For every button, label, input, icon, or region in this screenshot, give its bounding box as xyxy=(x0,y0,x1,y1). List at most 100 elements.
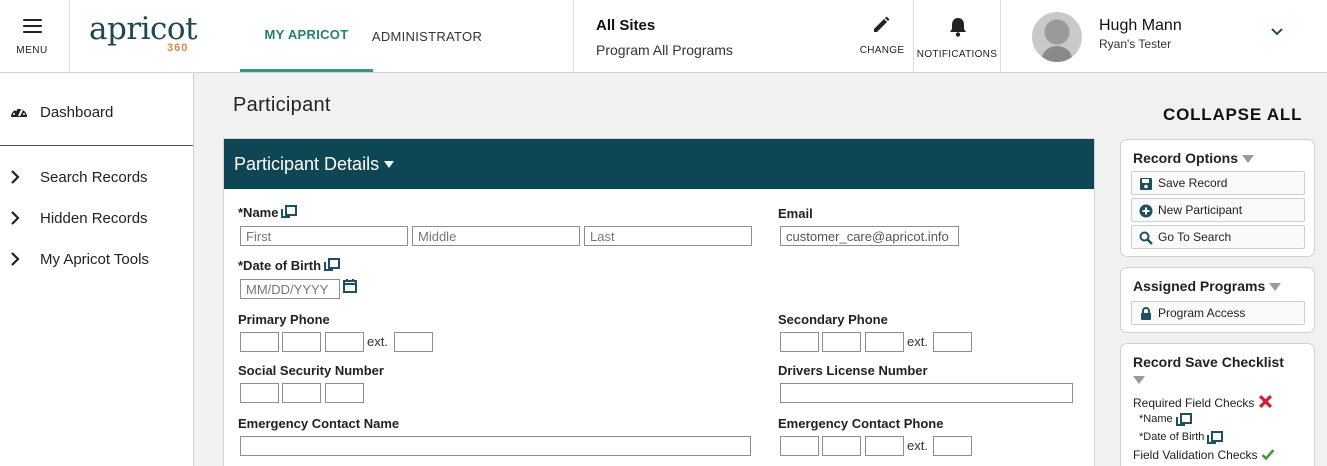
top-bar: MENU apricot 360 MY APRICOT ADMINISTRATO… xyxy=(0,0,1327,73)
sidebar-item-dashboard[interactable]: Dashboard xyxy=(0,97,193,127)
dob-input[interactable] xyxy=(240,279,340,299)
last-name-input[interactable] xyxy=(584,226,752,246)
email-input[interactable] xyxy=(780,226,959,246)
record-options-box: Record Options Save Record New Participa… xyxy=(1120,139,1315,257)
popout-icon xyxy=(1175,413,1192,426)
record-options-title[interactable]: Record Options xyxy=(1121,140,1314,166)
menu-button[interactable]: MENU xyxy=(0,0,70,72)
popout-icon[interactable] xyxy=(281,205,298,218)
drivers-license-label: Drivers License Number xyxy=(778,363,928,378)
program-access-button[interactable]: Program Access xyxy=(1131,301,1305,325)
menu-label: MENU xyxy=(16,45,48,56)
primary-phone-area-input[interactable] xyxy=(240,332,279,352)
secondary-phone-prefix-input[interactable] xyxy=(822,332,861,352)
new-participant-button[interactable]: New Participant xyxy=(1131,198,1305,222)
emergency-phone-prefix-input[interactable] xyxy=(822,436,861,456)
ext-label: ext. xyxy=(367,334,388,349)
chevron-right-icon xyxy=(0,169,40,185)
secondary-phone-ext-input[interactable] xyxy=(933,332,972,352)
chevron-down-icon[interactable] xyxy=(1270,25,1284,39)
popout-icon xyxy=(1207,431,1224,444)
required-field-checks: Required Field Checks xyxy=(1133,394,1273,410)
assigned-programs-title[interactable]: Assigned Programs xyxy=(1121,268,1314,294)
speedometer-icon xyxy=(0,105,40,119)
sidebar-item-label: My Apricot Tools xyxy=(40,250,149,268)
emergency-contact-phone-label: Emergency Contact Phone xyxy=(778,416,944,431)
primary-phone-prefix-input[interactable] xyxy=(282,332,321,352)
caret-down-icon[interactable] xyxy=(1133,376,1145,384)
program-label: Program All Programs xyxy=(596,42,733,58)
sidebar-item-label: Search Records xyxy=(40,168,148,186)
checklist-title: Record Save Checklist xyxy=(1133,354,1284,370)
emergency-phone-ext-input[interactable] xyxy=(933,436,972,456)
checkmark-icon xyxy=(1261,449,1275,461)
tab-administrator[interactable]: ADMINISTRATOR xyxy=(372,0,482,72)
notifications-label: NOTIFICATIONS xyxy=(916,49,998,60)
avatar xyxy=(1032,12,1082,62)
email-field-label: Email xyxy=(778,206,813,221)
secondary-phone-line-input[interactable] xyxy=(865,332,904,352)
save-icon xyxy=(1140,178,1152,190)
notifications-button[interactable]: NOTIFICATIONS xyxy=(913,0,1001,72)
required-check-name[interactable]: *Name xyxy=(1139,413,1192,426)
emergency-phone-line-input[interactable] xyxy=(865,436,904,456)
change-button[interactable]: CHANGE xyxy=(852,0,912,72)
search-icon xyxy=(1139,231,1153,245)
lock-icon xyxy=(1141,307,1151,320)
calendar-icon[interactable] xyxy=(343,279,357,293)
bell-icon xyxy=(950,18,966,37)
ssn-label: Social Security Number xyxy=(238,363,384,378)
go-to-search-button[interactable]: Go To Search xyxy=(1131,225,1305,249)
emergency-phone-area-input[interactable] xyxy=(780,436,819,456)
change-label: CHANGE xyxy=(859,45,905,56)
chevron-right-icon xyxy=(0,210,40,226)
field-validation-checks: Field Validation Checks xyxy=(1133,448,1275,462)
sidebar-divider xyxy=(0,145,193,146)
primary-phone-line-input[interactable] xyxy=(325,332,364,352)
caret-down-icon xyxy=(1242,155,1255,164)
caret-down-icon xyxy=(384,160,395,168)
emergency-contact-name-input[interactable] xyxy=(240,436,751,456)
sidebar-item-label: Dashboard xyxy=(40,103,114,121)
hamburger-icon xyxy=(23,19,42,33)
chevron-right-icon xyxy=(0,251,40,267)
section-header[interactable]: Participant Details xyxy=(224,139,1094,189)
sidebar-item-my-apricot-tools[interactable]: My Apricot Tools xyxy=(0,244,193,274)
user-role: Ryan's Tester xyxy=(1099,37,1172,51)
collapse-all-button[interactable]: COLLAPSE ALL xyxy=(1163,105,1302,125)
logo-number: 360 xyxy=(167,42,189,54)
first-name-input[interactable] xyxy=(240,226,408,246)
assigned-programs-box: Assigned Programs Program Access xyxy=(1120,267,1315,333)
save-record-button[interactable]: Save Record xyxy=(1131,171,1305,195)
secondary-phone-area-input[interactable] xyxy=(780,332,819,352)
drivers-license-input[interactable] xyxy=(780,383,1073,403)
apricot-logo[interactable]: apricot 360 xyxy=(89,12,199,60)
site-program-selector: All Sites Program All Programs xyxy=(573,0,843,72)
middle-name-input[interactable] xyxy=(412,226,580,246)
primary-phone-ext-input[interactable] xyxy=(394,332,433,352)
tab-my-apricot[interactable]: MY APRICOT xyxy=(240,0,373,72)
record-save-checklist-box: Record Save Checklist Required Field Che… xyxy=(1120,343,1315,466)
page-title: Participant xyxy=(233,94,331,116)
section-title: Participant Details xyxy=(234,153,380,174)
logo-word: apricot xyxy=(89,11,198,47)
ssn-part2-input[interactable] xyxy=(282,383,321,403)
ssn-part1-input[interactable] xyxy=(240,383,279,403)
caret-down-icon xyxy=(1269,283,1282,292)
popout-icon[interactable] xyxy=(324,258,341,271)
emergency-contact-name-label: Emergency Contact Name xyxy=(238,416,400,431)
ext-label: ext. xyxy=(907,438,928,453)
sidebar-item-hidden-records[interactable]: Hidden Records xyxy=(0,203,193,233)
site-label: All Sites xyxy=(596,17,656,34)
primary-phone-label: Primary Phone xyxy=(238,312,330,327)
name-field-label: *Name xyxy=(238,205,298,220)
sidebar: Dashboard Search Records Hidden Records … xyxy=(0,73,194,466)
sidebar-item-label: Hidden Records xyxy=(40,209,148,227)
required-check-dob[interactable]: *Date of Birth xyxy=(1139,431,1224,444)
dob-field-label: *Date of Birth xyxy=(238,258,341,273)
user-menu[interactable]: Hugh Mann Ryan's Tester xyxy=(1002,0,1327,72)
ssn-part3-input[interactable] xyxy=(325,383,364,403)
sidebar-item-search-records[interactable]: Search Records xyxy=(0,162,193,192)
ext-label: ext. xyxy=(907,334,928,349)
user-name: Hugh Mann xyxy=(1099,17,1182,34)
